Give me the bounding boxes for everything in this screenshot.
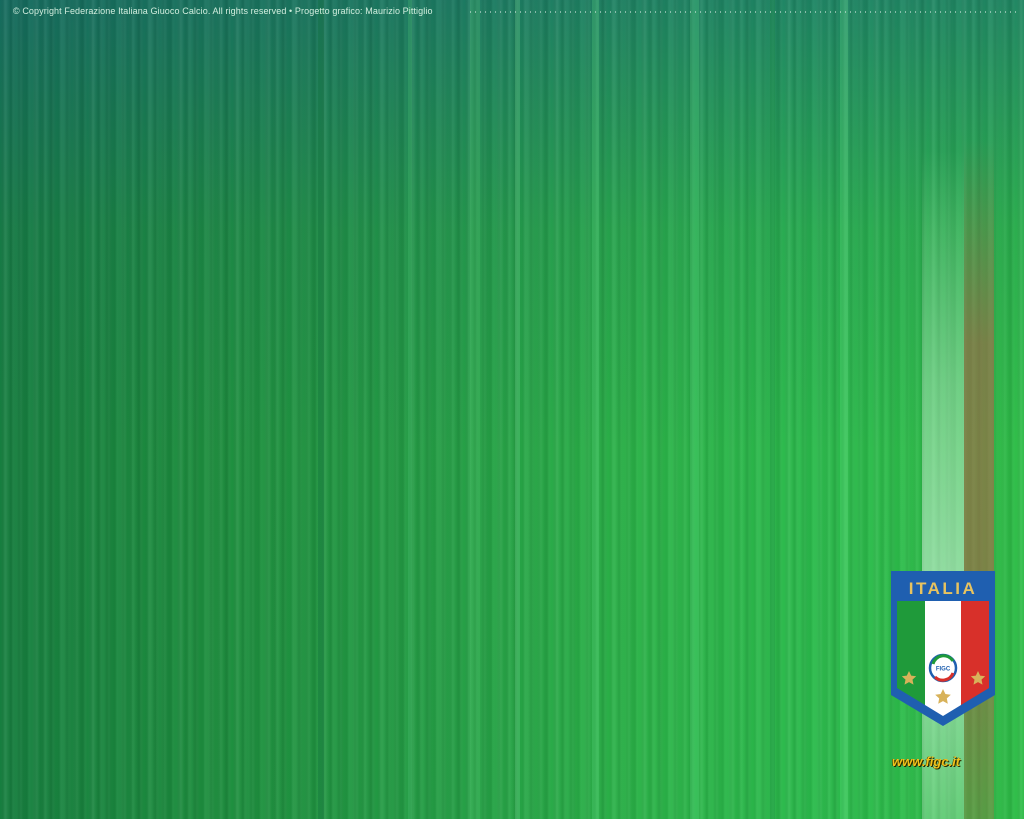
website-url: www.figc.it: [892, 754, 961, 769]
background-streak: [318, 0, 324, 819]
background-streak: [690, 0, 699, 819]
wallpaper-background: © Copyright Federazione Italiana Giuoco …: [0, 0, 1024, 819]
background-streak: [770, 0, 775, 819]
crest-green-stripe: [897, 601, 925, 705]
figc-emblem: FIGC: [928, 653, 958, 683]
background-streak: [840, 0, 848, 819]
crest-emblem-text: FIGC: [936, 667, 951, 673]
crest-title: ITALIA: [909, 579, 978, 598]
crest-red-stripe: [961, 601, 989, 705]
figc-crest-logo: ITALIA FIGC: [891, 571, 995, 726]
background-streak: [408, 0, 412, 819]
dotted-line: [470, 11, 1018, 13]
background-streak: [470, 0, 480, 819]
copyright-text: © Copyright Federazione Italiana Giuoco …: [13, 6, 433, 16]
background-streak: [592, 0, 599, 819]
background-streak: [515, 0, 520, 819]
